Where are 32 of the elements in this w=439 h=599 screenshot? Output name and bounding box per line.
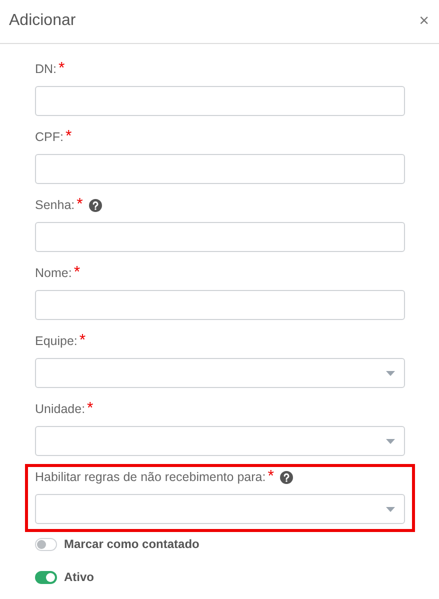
toggle-switch[interactable] xyxy=(35,570,57,584)
help-icon[interactable] xyxy=(88,198,102,212)
field-label: Habilitar regras de não recebimento para: xyxy=(35,470,266,484)
required-mark: * xyxy=(268,468,274,486)
field-label: Nome: xyxy=(35,266,72,280)
dropdown-caret-icon xyxy=(386,506,395,512)
dialog-title: Adicionar xyxy=(9,12,76,30)
field-label: Senha: xyxy=(35,198,75,212)
select-field[interactable] xyxy=(35,426,405,456)
field-label: Equipe: xyxy=(35,334,78,348)
required-mark: * xyxy=(87,400,94,418)
required-mark: * xyxy=(76,196,83,214)
required-mark: * xyxy=(74,264,80,282)
required-mark: * xyxy=(58,60,65,78)
toggle-switch[interactable] xyxy=(35,538,57,550)
select-field[interactable] xyxy=(35,358,405,388)
toggle-label: Marcar como contatado xyxy=(64,537,200,551)
text-field[interactable] xyxy=(35,290,405,320)
text-field[interactable] xyxy=(35,154,405,184)
text-field[interactable] xyxy=(35,222,405,252)
help-icon[interactable] xyxy=(280,470,293,484)
dropdown-caret-icon xyxy=(386,370,395,376)
close-button[interactable]: × xyxy=(417,12,431,29)
select-field[interactable] xyxy=(35,494,405,524)
field-label: DN: xyxy=(35,62,57,76)
text-field[interactable] xyxy=(35,86,405,116)
required-mark: * xyxy=(79,332,86,350)
toggle-label: Ativo xyxy=(64,570,94,584)
required-mark: * xyxy=(65,128,72,146)
field-label: Unidade: xyxy=(35,402,86,416)
field-label: CPF: xyxy=(35,130,64,144)
dropdown-caret-icon xyxy=(386,438,395,444)
